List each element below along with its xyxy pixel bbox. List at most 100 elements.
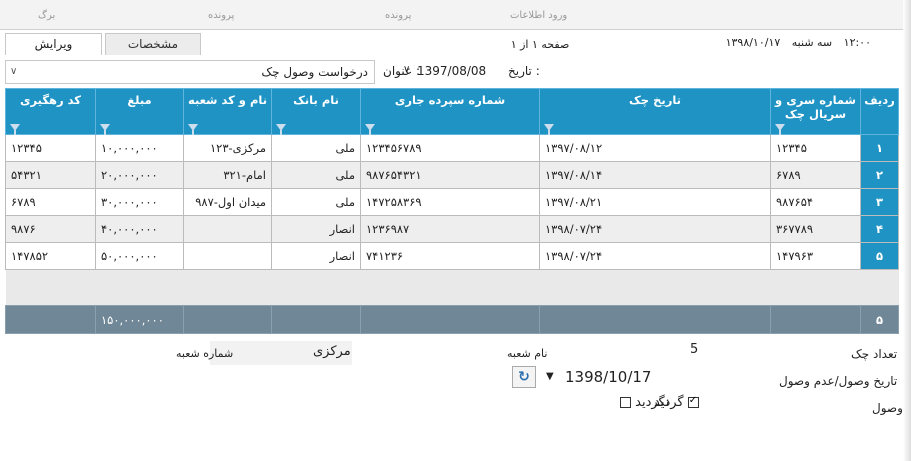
current-date: ۱۳۹۸/۱۰/۱۷ (725, 36, 781, 49)
cell-check-date: ۱۳۹۷/۰۸/۱۲ (539, 134, 771, 162)
cell-account: ۱۲۳۶۹۸۷ (360, 215, 540, 243)
top-menu-item[interactable]: پرونده (385, 10, 411, 21)
cell-serial: ۳۶۷۷۸۹ (770, 215, 861, 243)
title-select[interactable]: ∨ درخواست وصول چک (5, 60, 375, 84)
cell-bank: ملی (271, 188, 361, 216)
total-count: ۵ (860, 305, 899, 334)
cell-bank: ملی (271, 134, 361, 162)
refresh-icon: ↻ (518, 369, 530, 385)
top-menu-item[interactable]: ورود اطلاعات (510, 10, 567, 21)
chevron-down-icon[interactable]: ∨ (403, 64, 410, 75)
date-label: تاریخ : (508, 64, 540, 78)
cell-amount: ۱۰,۰۰۰,۰۰۰ (95, 134, 184, 162)
chevron-down-icon: ∨ (10, 66, 18, 77)
total-amount: ۱۵۰,۰۰۰,۰۰۰ (95, 305, 184, 334)
top-menu: برگ پرونده پرونده ورود اطلاعات (0, 10, 911, 26)
tab-details[interactable]: مشخصات (105, 33, 201, 55)
filter-icon[interactable] (10, 124, 20, 135)
summary-row: ۱۵۰,۰۰۰,۰۰۰ ۵ (5, 305, 899, 334)
col-tracking[interactable]: کد رهگیری (5, 88, 96, 135)
empty-space-row (5, 269, 899, 306)
current-time: ۱۲:۰۰ (843, 36, 871, 49)
title-select-value: درخواست وصول چک (261, 65, 368, 79)
receipt-date-value[interactable]: 1398/10/17 (565, 368, 651, 386)
cell-tracking: ۵۴۳۲۱ (5, 161, 96, 189)
cell-bank: انصار (271, 215, 361, 243)
col-amount[interactable]: مبلغ (95, 88, 184, 135)
datetime-display: ۱۲:۰۰ سه شنبه ۱۳۹۸/۱۰/۱۷ (718, 36, 871, 49)
table-row[interactable]: ۱۴۷۸۵۲ ۵۰,۰۰۰,۰۰۰ انصار ۷۴۱۲۳۶ ۱۳۹۸/۰۷/۲… (5, 242, 899, 270)
cell-branch (183, 215, 272, 243)
cell-bank: انصار (271, 242, 361, 270)
filter-icon[interactable] (188, 124, 198, 135)
not-passed-checkbox[interactable] (620, 397, 631, 408)
col-branch[interactable]: نام و کد شعبه (183, 88, 272, 135)
table-row[interactable]: ۶۷۸۹ ۳۰,۰۰۰,۰۰۰ میدان اول-۹۸۷ ملی ۱۴۷۲۵۸… (5, 188, 899, 216)
filter-icon[interactable] (544, 124, 554, 135)
cell-account: ۱۴۷۲۵۸۳۶۹ (360, 188, 540, 216)
cell-account: ۹۸۷۶۵۴۳۲۱ (360, 161, 540, 189)
passed-option[interactable]: گردید (654, 395, 699, 410)
cell-account: ۷۴۱۲۳۶ (360, 242, 540, 270)
filter-row: ∨ درخواست وصول چک عنوان : ∨ 1397/08/08 ت… (5, 60, 905, 84)
receipt-date-label: تاریخ وصول/عدم وصول (779, 374, 898, 388)
cell-branch (183, 242, 272, 270)
filter-icon[interactable] (100, 124, 110, 135)
cell-row-number: ۵ (860, 242, 899, 270)
cell-account: ۱۲۳۴۵۶۷۸۹ (360, 134, 540, 162)
cell-row-number: ۲ (860, 161, 899, 189)
check-count-value: 5 (690, 342, 699, 357)
cell-amount: ۵۰,۰۰۰,۰۰۰ (95, 242, 184, 270)
cell-serial: ۶۷۸۹ (770, 161, 861, 189)
check-count-field[interactable] (558, 341, 702, 365)
cell-check-date: ۱۳۹۷/۰۸/۲۱ (539, 188, 771, 216)
header-row: کد رهگیری مبلغ نام و کد شعبه نام بانک شم… (5, 88, 899, 135)
cell-tracking: ۶۷۸۹ (5, 188, 96, 216)
branch-name-label: نام شعبه (507, 347, 548, 360)
cell-serial: ۱۴۷۹۶۳ (770, 242, 861, 270)
cell-amount: ۲۰,۰۰۰,۰۰۰ (95, 161, 184, 189)
cell-tracking: ۱۲۳۴۵ (5, 134, 96, 162)
check-count-label: تعداد چک (851, 347, 898, 361)
table-row[interactable]: ۹۸۷۶ ۴۰,۰۰۰,۰۰۰ انصار ۱۲۳۶۹۸۷ ۱۳۹۸/۰۷/۲۴… (5, 215, 899, 243)
branch-no-label: شماره شعبه (176, 347, 234, 360)
cell-check-date: ۱۳۹۷/۰۸/۱۴ (539, 161, 771, 189)
cell-check-date: ۱۳۹۸/۰۷/۲۴ (539, 215, 771, 243)
cell-bank: ملی (271, 161, 361, 189)
tab-edit[interactable]: ویرایش (5, 33, 102, 55)
chevron-down-icon[interactable]: ▼ (546, 371, 554, 382)
page-indicator: صفحه ۱ از ۱ (510, 38, 570, 51)
table-row[interactable]: ۵۴۳۲۱ ۲۰,۰۰۰,۰۰۰ امام-۳۲۱ ملی ۹۸۷۶۵۴۳۲۱ … (5, 161, 899, 189)
cell-check-date: ۱۳۹۸/۰۷/۲۴ (539, 242, 771, 270)
cell-branch: امام-۳۲۱ (183, 161, 272, 189)
cell-branch: مرکزی-۱۲۳ (183, 134, 272, 162)
date-select-value[interactable]: 1397/08/08 (417, 64, 486, 78)
cell-row-number: ۳ (860, 188, 899, 216)
cell-tracking: ۹۸۷۶ (5, 215, 96, 243)
top-menu-item[interactable]: پرونده (208, 10, 234, 21)
ribbon-strip: برگ پرونده پرونده ورود اطلاعات (0, 0, 911, 30)
col-account[interactable]: شماره سپرده جاری (360, 88, 540, 135)
receipt-label: وصول (872, 401, 903, 415)
passed-checkbox[interactable] (687, 395, 699, 408)
details-panel: شماره شعبه مرکزی نام شعبه 5 تعداد چک ↻ ▼… (0, 337, 911, 461)
table-row[interactable]: ۱۲۳۴۵ ۱۰,۰۰۰,۰۰۰ مرکزی-۱۲۳ ملی ۱۲۳۴۵۶۷۸۹… (5, 134, 899, 162)
cell-tracking: ۱۴۷۸۵۲ (5, 242, 96, 270)
current-day: سه شنبه (791, 36, 833, 49)
cell-row-number: ۴ (860, 215, 899, 243)
filter-icon[interactable] (365, 124, 375, 135)
cell-amount: ۳۰,۰۰۰,۰۰۰ (95, 188, 184, 216)
col-serial[interactable]: شماره سری و سریال چک (770, 88, 861, 135)
cell-amount: ۴۰,۰۰۰,۰۰۰ (95, 215, 184, 243)
top-menu-item[interactable]: برگ (38, 10, 55, 21)
filter-icon[interactable] (276, 124, 286, 135)
filter-icon[interactable] (775, 124, 785, 135)
refresh-button[interactable]: ↻ (512, 366, 536, 388)
col-check-date[interactable]: تاریخ چک (539, 88, 771, 135)
cell-serial: ۱۲۳۴۵ (770, 134, 861, 162)
window-edge (903, 0, 911, 461)
col-bank[interactable]: نام بانک (271, 88, 361, 135)
cell-branch: میدان اول-۹۸۷ (183, 188, 272, 216)
window: برگ پرونده پرونده ورود اطلاعات ویرایش مش… (0, 0, 911, 461)
branch-name-value: مرکزی (313, 344, 351, 359)
